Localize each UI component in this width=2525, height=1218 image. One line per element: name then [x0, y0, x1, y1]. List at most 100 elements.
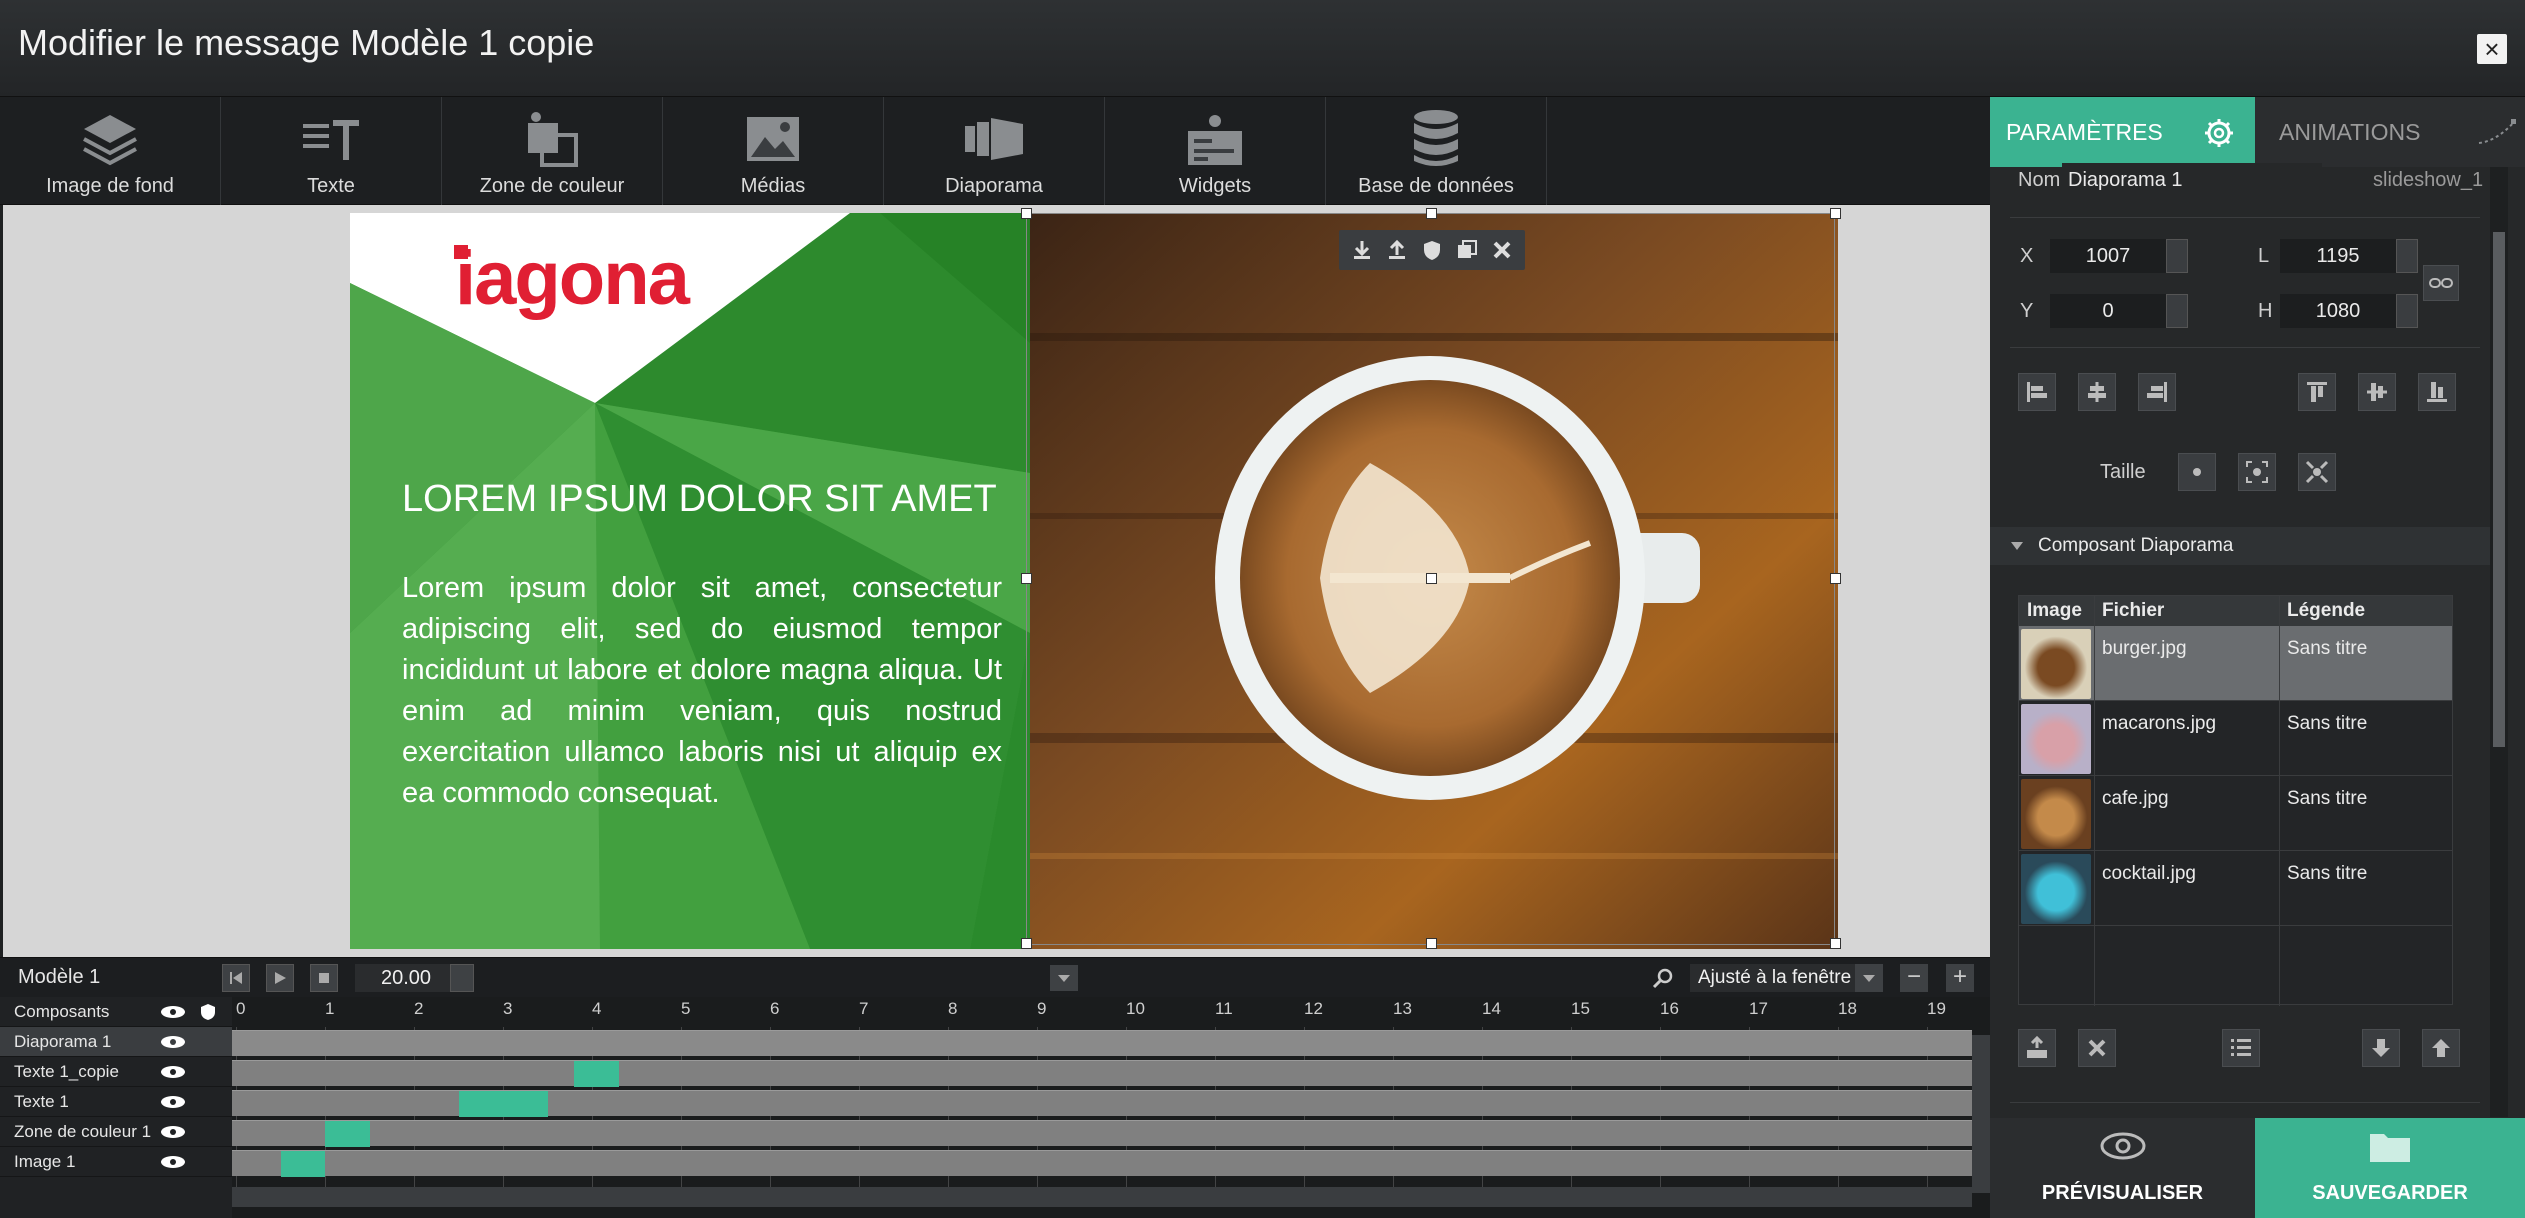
- layer-row[interactable]: Zone de couleur 1: [0, 1117, 232, 1147]
- time-ruler[interactable]: 0 1 2 3 4 5 6 7 8 9 10 11 12 13 14 15 16 17 18 19: [232, 997, 1972, 1027]
- arrow-down-icon[interactable]: [2362, 1029, 2400, 1067]
- search-icon[interactable]: [1652, 968, 1674, 995]
- layer-track[interactable]: [232, 1090, 1972, 1117]
- height-field[interactable]: 1080: [2280, 294, 2396, 328]
- resize-handle[interactable]: [1426, 208, 1437, 219]
- align-left-icon[interactable]: [2018, 373, 2056, 411]
- align-top-icon[interactable]: [2298, 373, 2336, 411]
- name-field[interactable]: Diaporama 1: [2062, 163, 2322, 197]
- timeline-horizontal-scrollbar[interactable]: [232, 1187, 1972, 1207]
- caption-text[interactable]: Sans titre: [2287, 788, 2367, 810]
- table-row[interactable]: macarons.jpg Sans titre: [2019, 701, 2452, 776]
- zoom-in-button[interactable]: +: [1946, 964, 1974, 992]
- save-button[interactable]: SAUVEGARDER: [2255, 1118, 2525, 1218]
- eye-icon[interactable]: [160, 1065, 186, 1079]
- resize-handle[interactable]: [1830, 938, 1841, 949]
- layer-row[interactable]: Image 1: [0, 1147, 232, 1177]
- eye-icon[interactable]: [160, 1155, 186, 1169]
- layer-track[interactable]: [232, 1120, 1972, 1147]
- table-row[interactable]: burger.jpg Sans titre: [2019, 626, 2452, 701]
- y-stepper[interactable]: [2166, 294, 2188, 328]
- duration-stepper[interactable]: [450, 964, 474, 992]
- timeline-vertical-scrollbar[interactable]: [1972, 1035, 1990, 1193]
- animation-segment[interactable]: [458, 1091, 548, 1117]
- duration-input[interactable]: 20.00: [355, 964, 450, 992]
- tool-database[interactable]: Base de données: [1326, 97, 1547, 205]
- x-field[interactable]: 1007: [2050, 239, 2166, 273]
- eye-icon[interactable]: [160, 1125, 186, 1139]
- align-bottom-icon[interactable]: [2418, 373, 2456, 411]
- size-original-icon[interactable]: [2178, 453, 2216, 491]
- panel-scrollbar-thumb[interactable]: [2493, 232, 2505, 747]
- zoom-out-button[interactable]: −: [1900, 964, 1928, 992]
- animation-segment[interactable]: [280, 1151, 325, 1177]
- skip-start-button[interactable]: [222, 964, 250, 992]
- color-zone[interactable]: iagona LOREM IPSUM DOLOR SIT AMET Lorem …: [350, 213, 1030, 949]
- layer-row[interactable]: Texte 1_copie: [0, 1057, 232, 1087]
- align-center-icon[interactable]: [2078, 373, 2116, 411]
- headline-text[interactable]: LOREM IPSUM DOLOR SIT AMET: [402, 478, 997, 521]
- slideshow-component-header[interactable]: Composant Diaporama: [1990, 527, 2490, 565]
- x-stepper[interactable]: [2166, 239, 2188, 273]
- height-stepper[interactable]: [2396, 294, 2418, 328]
- table-row[interactable]: cocktail.jpg Sans titre: [2019, 851, 2452, 926]
- resize-handle[interactable]: [1830, 208, 1841, 219]
- upload-icon[interactable]: [2018, 1029, 2056, 1067]
- animation-segment[interactable]: [574, 1061, 619, 1087]
- tool-media[interactable]: Médias: [663, 97, 884, 205]
- tool-background-image[interactable]: Image de fond: [0, 97, 221, 205]
- preview-button[interactable]: PRÉVISUALISER: [1990, 1118, 2255, 1218]
- eye-icon[interactable]: [160, 1035, 186, 1049]
- width-field[interactable]: 1195: [2280, 239, 2396, 273]
- eye-icon[interactable]: [160, 1005, 186, 1019]
- width-stepper[interactable]: [2396, 239, 2418, 273]
- delete-icon[interactable]: [1488, 236, 1516, 264]
- remove-icon[interactable]: [2078, 1029, 2116, 1067]
- chevron-down-icon[interactable]: [1855, 964, 1883, 992]
- align-right-icon[interactable]: [2138, 373, 2176, 411]
- timeline-dropdown[interactable]: [1050, 965, 1078, 991]
- arrow-up-icon[interactable]: [2422, 1029, 2460, 1067]
- resize-handle[interactable]: [1830, 573, 1841, 584]
- align-middle-icon[interactable]: [2358, 373, 2396, 411]
- link-ratio-icon[interactable]: [2423, 265, 2459, 301]
- tab-parameters[interactable]: PARAMÈTRES: [1990, 97, 2255, 167]
- move-down-icon[interactable]: [1348, 236, 1376, 264]
- table-row[interactable]: cafe.jpg Sans titre: [2019, 776, 2452, 851]
- resize-handle[interactable]: [1426, 573, 1437, 584]
- tab-animations[interactable]: ANIMATIONS: [2255, 97, 2525, 167]
- close-button[interactable]: ×: [2477, 34, 2507, 64]
- resize-handle[interactable]: [1021, 573, 1032, 584]
- stop-button[interactable]: [310, 964, 338, 992]
- play-button[interactable]: [266, 964, 294, 992]
- caption-text[interactable]: Sans titre: [2287, 638, 2367, 660]
- layer-track[interactable]: [232, 1030, 1972, 1056]
- eye-icon[interactable]: [160, 1095, 186, 1109]
- layer-row[interactable]: Diaporama 1: [0, 1027, 232, 1057]
- zoom-select[interactable]: Ajusté à la fenêtre: [1690, 964, 1882, 992]
- shield-icon[interactable]: [1418, 236, 1446, 264]
- caption-text[interactable]: Sans titre: [2287, 863, 2367, 885]
- artboard[interactable]: iagona LOREM IPSUM DOLOR SIT AMET Lorem …: [350, 213, 1838, 949]
- layer-track[interactable]: [232, 1060, 1972, 1087]
- animation-segment[interactable]: [325, 1121, 370, 1147]
- tool-slideshow[interactable]: Diaporama: [884, 97, 1105, 205]
- tool-color-zone[interactable]: Zone de couleur: [442, 97, 663, 205]
- move-up-icon[interactable]: [1383, 236, 1411, 264]
- shield-icon[interactable]: [200, 1003, 216, 1021]
- layer-row[interactable]: Texte 1: [0, 1087, 232, 1117]
- tool-widgets[interactable]: Widgets: [1105, 97, 1326, 205]
- duplicate-icon[interactable]: [1453, 236, 1481, 264]
- gear-icon[interactable]: [2203, 117, 2235, 149]
- resize-handle[interactable]: [1426, 938, 1437, 949]
- editing-canvas[interactable]: iagona LOREM IPSUM DOLOR SIT AMET Lorem …: [3, 205, 1990, 957]
- body-text[interactable]: Lorem ipsum dolor sit amet, consectetur …: [402, 568, 1002, 814]
- size-fill-icon[interactable]: [2298, 453, 2336, 491]
- caption-text[interactable]: Sans titre: [2287, 713, 2367, 735]
- list-icon[interactable]: [2222, 1029, 2260, 1067]
- resize-handle[interactable]: [1021, 938, 1032, 949]
- resize-handle[interactable]: [1021, 208, 1032, 219]
- tool-text[interactable]: Texte: [221, 97, 442, 205]
- layer-track[interactable]: [232, 1150, 1972, 1177]
- size-fit-icon[interactable]: [2238, 453, 2276, 491]
